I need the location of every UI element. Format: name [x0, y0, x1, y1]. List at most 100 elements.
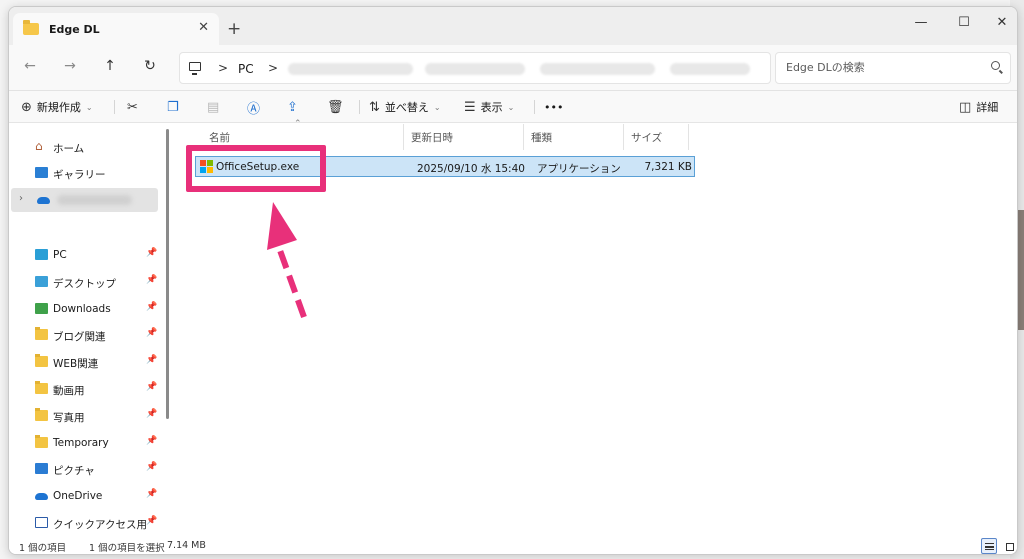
pin-icon[interactable]: 📌 — [146, 436, 157, 446]
sidebar-item-pinned[interactable]: Downloads 📌 — [9, 297, 159, 321]
new-button[interactable]: ⊕ 新規作成 ⌄ — [21, 98, 93, 116]
pin-icon[interactable]: 📌 — [146, 248, 157, 258]
minimize-button[interactable]: — — [911, 15, 931, 30]
sidebar-item-pinned[interactable]: クイックアクセス用 📌 — [9, 511, 159, 535]
trash-icon: 🗑 — [327, 99, 344, 115]
pin-icon[interactable]: 📌 — [146, 516, 157, 526]
sidebar-item-label: ブログ関連 — [53, 331, 106, 343]
paste-button[interactable]: ▤ — [207, 98, 224, 116]
breadcrumb-separator: > — [218, 61, 229, 75]
quick-access-icon — [35, 517, 48, 528]
home-icon: ⌂ — [35, 139, 43, 153]
new-tab-button[interactable]: + — [227, 19, 241, 39]
tiles-view-button[interactable] — [1001, 538, 1017, 554]
up-button[interactable]: ↑ — [101, 58, 119, 74]
address-row: ← → ↑ ↻ > PC > — [9, 45, 1017, 91]
pin-icon[interactable]: 📌 — [146, 275, 157, 285]
status-bar: 1 個の項目 1 個の項目を選択 7.14 MB — [9, 537, 1017, 554]
sidebar-item-label: 写真用 — [53, 412, 85, 424]
maximize-button[interactable]: ☐ — [954, 15, 974, 30]
file-modified: 2025/09/10 水 15:40 — [417, 163, 525, 175]
pin-icon[interactable]: 📌 — [146, 355, 157, 365]
view-button[interactable]: ☰ 表示 ⌄ — [464, 98, 514, 116]
tab-edge-dl[interactable]: Edge DL ✕ — [13, 13, 219, 45]
cloud-icon — [37, 197, 50, 204]
plus-circle-icon: ⊕ — [21, 99, 32, 115]
tab-close-icon[interactable]: ✕ — [198, 20, 209, 35]
close-button[interactable]: ✕ — [992, 15, 1012, 30]
sidebar-item-label: クイックアクセス用 — [53, 519, 147, 531]
sort-icon: ⇅ — [369, 99, 380, 115]
sidebar-item-label: OneDrive — [53, 490, 103, 502]
sidebar-item-label: WEB関連 — [53, 358, 99, 370]
delete-button[interactable]: 🗑 — [327, 98, 349, 116]
sidebar-item-pinned[interactable]: 動画用 📌 — [9, 377, 159, 401]
tiles-view-icon — [1006, 543, 1014, 551]
pin-icon[interactable]: 📌 — [146, 409, 157, 419]
pin-icon[interactable]: 📌 — [146, 382, 157, 392]
pin-icon[interactable]: 📌 — [146, 462, 157, 472]
sidebar-item-onedrive-account[interactable]: › — [11, 188, 158, 212]
status-selected: 1 個の項目を選択 — [89, 543, 165, 554]
breadcrumb-separator: > — [268, 61, 279, 75]
blurred-path — [540, 63, 655, 75]
search-icon[interactable] — [991, 61, 1000, 70]
details-view-icon — [985, 543, 994, 550]
pin-icon[interactable]: 📌 — [146, 328, 157, 338]
sidebar-item-pinned[interactable]: PC 📌 — [9, 243, 159, 267]
back-button[interactable]: ← — [21, 58, 39, 74]
folder-icon — [35, 408, 48, 421]
command-bar: ⊕ 新規作成 ⌄ ✂ ❐ ▤ Ⓐ ⇪ 🗑 ⇅ 並べ替え ⌄ ☰ 表示 ⌄ •••… — [9, 91, 1017, 123]
sidebar-item-home[interactable]: ⌂ ホーム — [9, 135, 159, 159]
rename-button[interactable]: Ⓐ — [247, 98, 265, 117]
folder-icon — [35, 381, 48, 394]
computer-icon — [189, 62, 201, 75]
column-header-modified[interactable]: 更新日時 — [404, 124, 524, 150]
sidebar-item-pinned[interactable]: Temporary 📌 — [9, 431, 159, 455]
more-button[interactable]: ••• — [544, 98, 563, 116]
gallery-icon — [35, 167, 48, 178]
clipboard-icon: ▤ — [207, 99, 220, 115]
sidebar-item-pinned[interactable]: ピクチャ 📌 — [9, 457, 159, 481]
share-button[interactable]: ⇪ — [287, 98, 303, 116]
sidebar-item-pinned[interactable]: デスクトップ 📌 — [9, 270, 159, 294]
folder-icon — [35, 327, 48, 340]
forward-button[interactable]: → — [61, 58, 79, 74]
column-header-size[interactable]: サイズ — [624, 124, 689, 150]
chevron-right-icon[interactable]: › — [19, 193, 23, 204]
sidebar-item-label: PC — [53, 249, 67, 261]
pc-icon — [35, 249, 48, 260]
tab-title: Edge DL — [49, 22, 100, 36]
column-header-type[interactable]: 種類 — [524, 124, 624, 150]
view-label: 表示 — [480, 101, 503, 114]
cut-button[interactable]: ✂ — [127, 98, 143, 116]
sidebar-item-pinned[interactable]: 写真用 📌 — [9, 404, 159, 428]
copy-icon: ❐ — [167, 99, 179, 115]
pin-icon[interactable]: 📌 — [146, 302, 157, 312]
breadcrumb-pc[interactable]: PC — [238, 62, 254, 76]
sidebar-item-pinned[interactable]: OneDrive 📌 — [9, 484, 159, 508]
copy-button[interactable]: ❐ — [167, 98, 184, 116]
sort-button[interactable]: ⇅ 並べ替え ⌄ — [369, 98, 441, 116]
sidebar-item-label: ピクチャ — [53, 465, 95, 477]
details-button[interactable]: ◫ 詳細 — [959, 98, 998, 116]
folder-icon — [35, 435, 48, 448]
status-selected-size: 7.14 MB — [167, 540, 206, 551]
divider — [359, 100, 360, 114]
file-explorer-window: Edge DL ✕ + — ☐ ✕ ← → ↑ ↻ > PC > ⊕ — [8, 6, 1018, 555]
sidebar-item-label: ホーム — [53, 143, 85, 155]
file-type: アプリケーション — [537, 163, 621, 175]
desktop-icon — [35, 276, 48, 287]
refresh-button[interactable]: ↻ — [141, 58, 159, 74]
details-view-button[interactable] — [981, 538, 997, 554]
chevron-down-icon: ⌄ — [433, 102, 441, 112]
view-lines-icon: ☰ — [464, 99, 476, 115]
pane-scrollbar[interactable] — [166, 129, 169, 419]
address-bar[interactable]: > PC > — [179, 52, 771, 84]
search-input[interactable] — [786, 61, 976, 74]
sidebar-item-pinned[interactable]: ブログ関連 📌 — [9, 323, 159, 347]
blurred-account-name — [57, 195, 132, 205]
sidebar-item-pinned[interactable]: WEB関連 📌 — [9, 350, 159, 374]
sidebar-item-gallery[interactable]: ギャラリー — [9, 161, 159, 185]
pin-icon[interactable]: 📌 — [146, 489, 157, 499]
